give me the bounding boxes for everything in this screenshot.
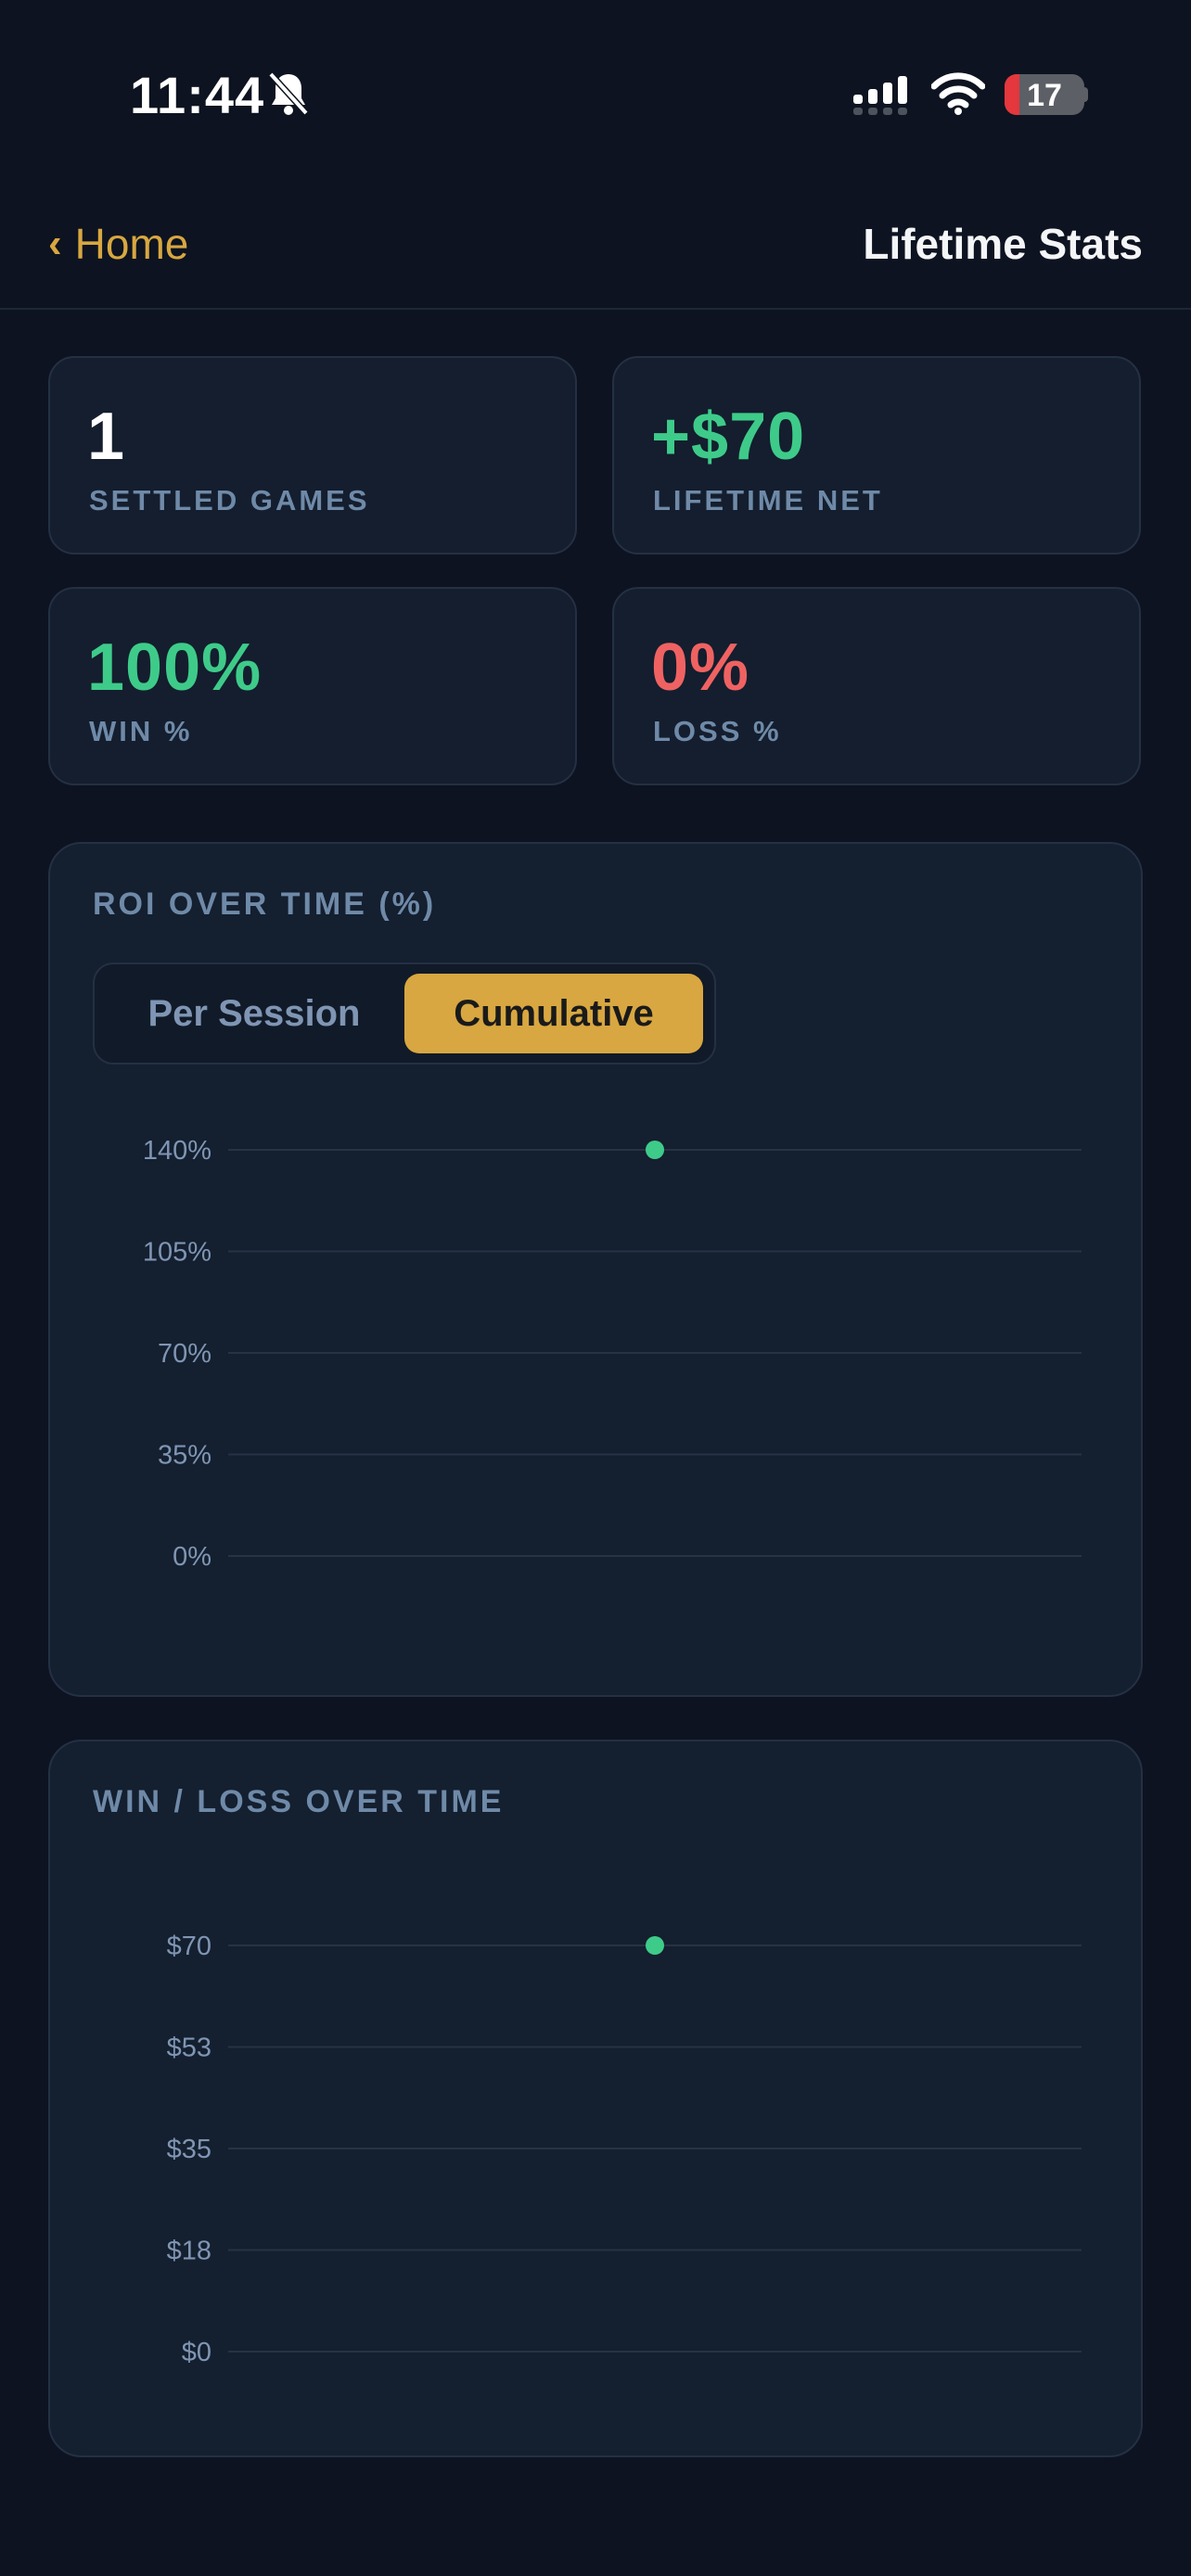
y-tick-label: $18 <box>167 2237 211 2266</box>
stat-value: +$70 <box>651 400 806 474</box>
stat-value: 1 <box>87 400 126 474</box>
status-bar: 11:44 17 <box>0 0 1191 185</box>
data-point <box>646 1141 664 1159</box>
data-point <box>646 1936 664 1955</box>
win-loss-chart-panel: WIN / LOSS OVER TIME $70$53$35$18$05/21 <box>48 1740 1143 2457</box>
stat-card-loss-percent: 0% LOSS % <box>612 587 1141 785</box>
battery-cap <box>1082 87 1088 102</box>
back-button[interactable]: ‹ Home <box>48 219 188 269</box>
battery-indicator: 17 <box>1005 74 1084 115</box>
page-title: Lifetime Stats <box>863 220 1143 268</box>
stat-card-win-percent: 100% WIN % <box>48 587 577 785</box>
back-label: Home <box>74 220 189 268</box>
win-loss-chart: $70$53$35$18$05/21 <box>167 1932 1082 2367</box>
status-time: 11:44 <box>130 66 265 124</box>
y-tick-label: $53 <box>167 2034 211 2063</box>
stat-label: LIFETIME NET <box>653 484 883 516</box>
y-tick-label: $35 <box>167 2135 211 2164</box>
y-tick-label: 0% <box>173 1542 211 1572</box>
navigation-bar: ‹ Home Lifetime Stats <box>0 185 1191 310</box>
bell-muted-icon <box>268 71 309 116</box>
y-tick-label: 105% <box>143 1238 211 1268</box>
stat-label: LOSS % <box>653 715 782 747</box>
stat-card-lifetime-net: +$70 LIFETIME NET <box>612 356 1141 555</box>
cumulative-toggle-button[interactable]: Cumulative <box>404 974 703 1053</box>
y-tick-label: $70 <box>167 1932 211 1961</box>
panel-title: WIN / LOSS OVER TIME <box>93 1784 505 1819</box>
per-session-toggle-button[interactable]: Per Session <box>104 974 404 1053</box>
roi-chart: 140%105%70%35%0%5/21 <box>143 1136 1082 1572</box>
stat-label: WIN % <box>89 715 193 747</box>
stat-label: SETTLED GAMES <box>89 484 370 516</box>
stat-value: 100% <box>87 631 263 705</box>
panel-title: ROI OVER TIME (%) <box>93 886 437 922</box>
y-tick-label: $0 <box>182 2338 211 2367</box>
wifi-icon <box>931 72 985 115</box>
chevron-left-icon: ‹ <box>48 221 62 266</box>
battery-percent: 17 <box>1027 78 1062 113</box>
y-tick-label: 35% <box>158 1441 211 1471</box>
stat-card-settled-games: 1 SETTLED GAMES <box>48 356 577 555</box>
stat-value: 0% <box>651 631 750 705</box>
roi-chart-panel: ROI OVER TIME (%) Per Session Cumulative… <box>48 842 1143 1697</box>
cellular-signal-icon <box>853 76 907 115</box>
y-tick-label: 70% <box>158 1339 211 1369</box>
y-tick-label: 140% <box>143 1136 211 1166</box>
roi-mode-toggle: Per Session Cumulative <box>93 963 716 1065</box>
